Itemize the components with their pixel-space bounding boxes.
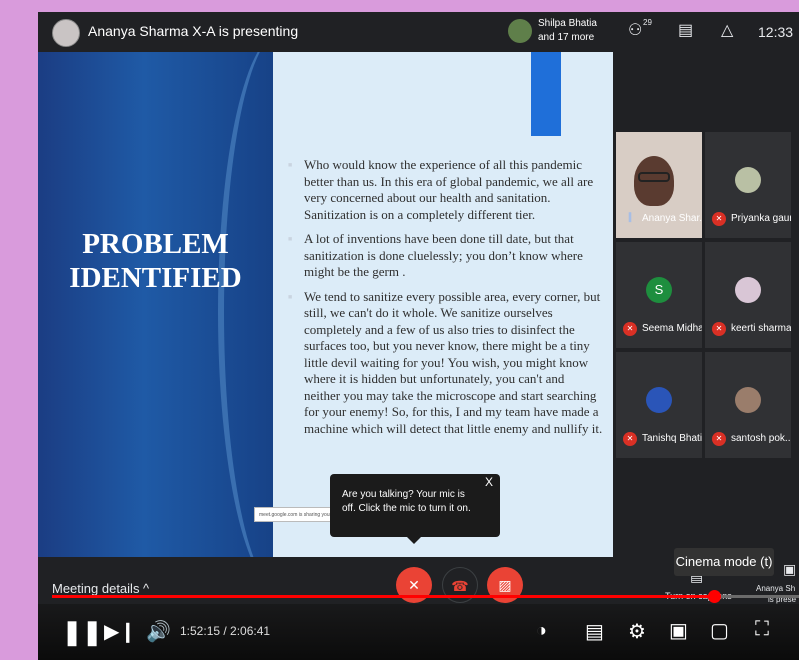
autoplay-toggle-icon[interactable]: ◑ <box>536 620 547 641</box>
next-icon[interactable]: ▶❙ <box>104 619 136 644</box>
participants-chip[interactable]: Shilpa Bhatia and 17 more <box>508 16 600 48</box>
people-icon[interactable]: ⚇ <box>628 20 642 40</box>
video-player-controls: ❚❚ ▶❙ 🔊 1:52:15 / 2:06:41 ◑ ▤ ⚙ ▣ ▢ ⛶ <box>38 604 799 660</box>
time-display: 1:52:15 / 2:06:41 <box>180 624 271 638</box>
participant-avatar <box>735 387 761 413</box>
participant-initial: S <box>646 277 672 303</box>
mic-off-tooltip: Are you talking? Your mic is off. Click … <box>330 474 500 537</box>
participant-name: Priyanka gaur <box>731 213 791 224</box>
slide-paragraph: Who would know the experience of all thi… <box>288 157 603 223</box>
participant-tile[interactable]: ✕ keerti sharma <box>705 242 791 348</box>
participant-tile[interactable]: ∥ Ananya Shar... <box>616 132 702 238</box>
mic-off-icon: ✕ <box>712 432 726 446</box>
volume-icon[interactable]: 🔊 <box>146 619 171 644</box>
mic-off-icon: ✕ <box>623 432 637 446</box>
slide-title: PROBLEM IDENTIFIED <box>38 227 273 295</box>
mic-off-icon: ✕ <box>712 212 726 226</box>
participant-avatar <box>735 167 761 193</box>
people-count: 29 <box>643 18 652 27</box>
video-frame: Ananya Sharma X-A is presenting Shilpa B… <box>38 12 799 660</box>
slide-paragraph: A lot of inventions have been done till … <box>288 231 603 281</box>
speaking-icon: ∥ <box>627 212 633 223</box>
participant-name: santosh pok... <box>731 433 791 444</box>
activities-icon[interactable]: △ <box>721 20 733 40</box>
settings-gear-icon[interactable]: ⚙ <box>628 619 646 644</box>
subtitles-icon[interactable]: ▤ <box>585 619 604 644</box>
slide-paragraph: We tend to sanitize every possible area,… <box>288 289 603 438</box>
participant-avatar <box>735 277 761 303</box>
slide-body: Who would know the experience of all thi… <box>288 157 603 445</box>
miniplayer-icon[interactable]: ▣ <box>669 618 688 643</box>
slide-accent-tab <box>531 52 561 136</box>
fullscreen-icon[interactable]: ⛶ <box>755 618 769 641</box>
tooltip-arrow <box>407 537 421 544</box>
participant-tile[interactable]: S ✕ Seema Midha <box>616 242 702 348</box>
slide-title-line: PROBLEM <box>82 228 229 260</box>
progress-played <box>52 595 714 598</box>
clock: 12:33 <box>758 24 794 40</box>
theater-mode-icon[interactable]: ▢ <box>710 618 729 643</box>
chat-icon[interactable]: ▤ <box>678 20 693 40</box>
presenter-avatar <box>52 19 80 47</box>
participant-tile[interactable]: ✕ santosh pok... <box>705 352 791 458</box>
presenter-name: Ananya Sh <box>756 584 796 593</box>
participant-name: keerti sharma <box>731 323 791 334</box>
participants-more: and 17 more <box>538 32 595 43</box>
participant-name: Seema Midha <box>642 323 702 334</box>
mic-off-icon: ✕ <box>623 322 637 336</box>
presentation-slide: PROBLEM IDENTIFIED Who would know the ex… <box>38 52 613 557</box>
meet-top-bar: Ananya Sharma X-A is presenting Shilpa B… <box>38 12 799 52</box>
slide-title-line: IDENTIFIED <box>69 262 242 294</box>
participant-avatar <box>646 387 672 413</box>
participant-tile[interactable]: ✕ Tanishq Bhati <box>616 352 702 458</box>
present-icon[interactable]: ▣ <box>783 561 796 578</box>
progress-bar[interactable] <box>52 590 799 603</box>
participant-tile[interactable]: ✕ Priyanka gaur <box>705 132 791 238</box>
presenter-status: Ananya Sharma X-A is presenting <box>88 23 299 39</box>
meeting-details-button[interactable]: Meeting details ^ <box>52 581 149 596</box>
cinema-mode-tooltip: Cinema mode (t) <box>674 548 774 576</box>
participant-avatar <box>508 19 532 43</box>
close-icon[interactable]: X <box>485 475 493 489</box>
glasses-decoration <box>638 172 670 182</box>
progress-scrubber[interactable] <box>708 590 721 603</box>
participant-name: Tanishq Bhati <box>642 433 702 444</box>
mic-off-icon: ✕ <box>712 322 726 336</box>
participants-name: Shilpa Bhatia <box>538 18 597 29</box>
pause-icon[interactable]: ❚❚ <box>62 618 102 647</box>
participant-name: Ananya Shar... <box>642 213 702 224</box>
